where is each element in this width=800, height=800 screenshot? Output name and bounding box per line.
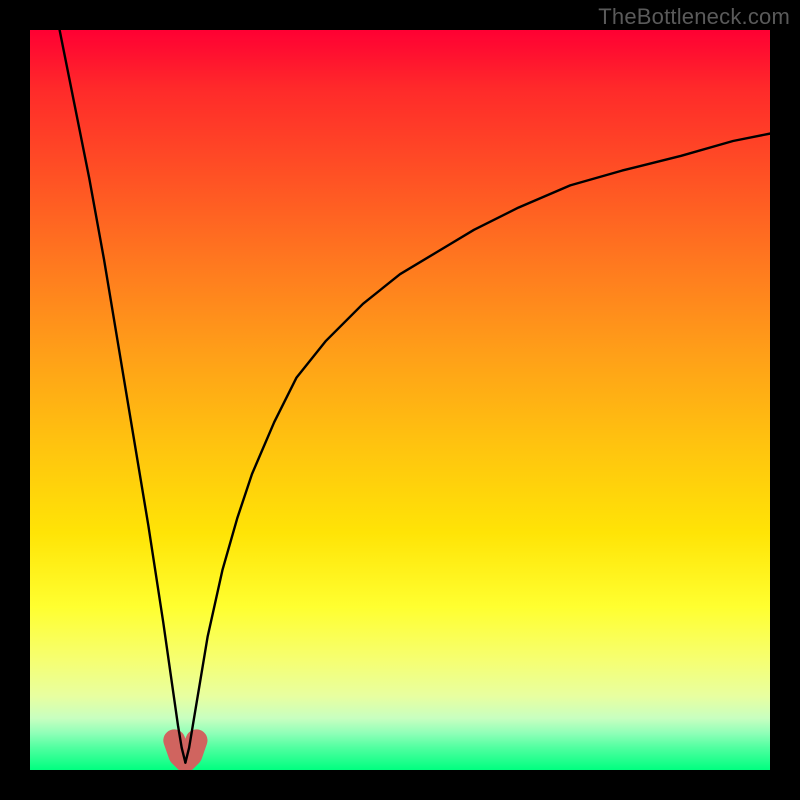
bottleneck-curve-right	[185, 134, 770, 763]
curve-layer	[30, 30, 770, 770]
bottleneck-curve-left	[60, 30, 186, 763]
chart-container: { "watermark": "TheBottleneck.com", "col…	[0, 0, 800, 800]
plot-area	[30, 30, 770, 770]
watermark-text: TheBottleneck.com	[598, 4, 790, 30]
